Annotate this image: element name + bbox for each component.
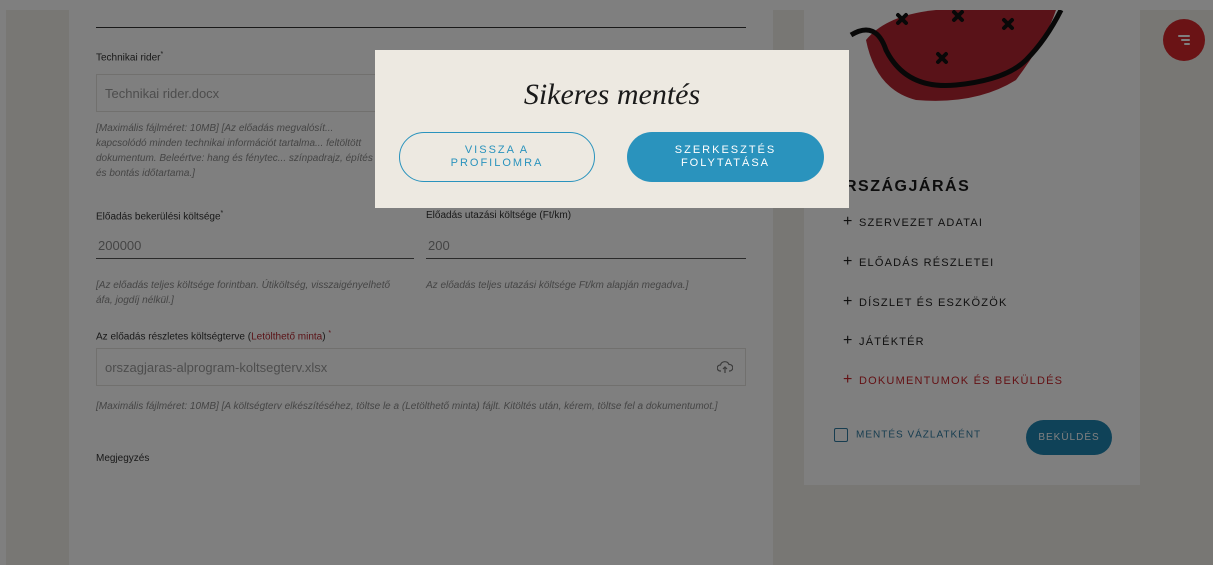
success-modal: Sikeres mentés VISSZA A PROFILOMRA SZERK… (375, 50, 849, 208)
back-to-profile-label: VISSZA A PROFILOMRA (450, 144, 544, 169)
continue-editing-label: SZERKESZTÉS FOLYTATÁSA (674, 144, 777, 169)
modal-title: Sikeres mentés (523, 78, 701, 111)
back-to-profile-button[interactable]: VISSZA A PROFILOMRA (399, 132, 595, 182)
continue-editing-button[interactable]: SZERKESZTÉS FOLYTATÁSA (627, 132, 824, 182)
